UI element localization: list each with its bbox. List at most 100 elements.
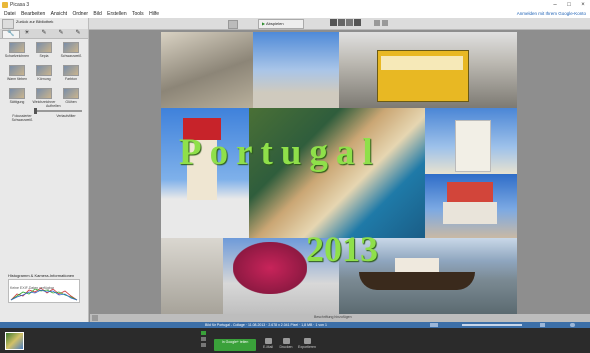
effect-label: Farbton bbox=[64, 77, 78, 81]
stage-roof bbox=[447, 182, 493, 202]
zoom-slider[interactable] bbox=[462, 324, 522, 326]
zoom-out-icon[interactable] bbox=[430, 323, 438, 327]
effect-thumbnail bbox=[63, 88, 79, 99]
collage-title-text: Portugal bbox=[179, 132, 381, 173]
tab-tuning[interactable]: ☀ bbox=[19, 30, 35, 37]
photo-tray bbox=[0, 328, 590, 353]
share-google-plus-button[interactable]: In Google+ teilen bbox=[214, 339, 256, 351]
tab-basic-fixes[interactable]: 🔧 bbox=[2, 30, 20, 38]
menu-ordner[interactable]: Ordner bbox=[72, 10, 88, 18]
grid-view-icon[interactable] bbox=[330, 19, 337, 26]
effect-tile[interactable]: Körnung bbox=[31, 63, 57, 85]
maximize-icon[interactable]: □ bbox=[562, 0, 576, 10]
effect-label: Sättigung bbox=[9, 100, 25, 104]
rotate-left-icon[interactable] bbox=[374, 20, 380, 26]
email-label: E-Mail bbox=[263, 345, 273, 349]
effect-tile[interactable]: Sättigung bbox=[4, 86, 30, 108]
brighten-slider-label: Aufhellen bbox=[46, 104, 61, 108]
add-icon[interactable] bbox=[201, 343, 206, 347]
export-button[interactable]: Exportieren bbox=[296, 338, 318, 349]
signin-link[interactable]: Anmelden mit Ihrem Google-Konto bbox=[517, 10, 586, 18]
compare-view-icon[interactable] bbox=[354, 19, 361, 26]
menu-erstellen[interactable]: Erstellen bbox=[107, 10, 126, 18]
rotate-buttons bbox=[374, 20, 394, 26]
clear-icon[interactable] bbox=[201, 337, 206, 341]
selected-photo-thumbnail[interactable] bbox=[5, 332, 24, 350]
play-label: Abspielen bbox=[265, 21, 284, 26]
menu-hilfe[interactable]: Hilfe bbox=[149, 10, 159, 18]
back-arrow-icon[interactable] bbox=[2, 19, 14, 29]
effect-label: Schwarzweiß bbox=[60, 54, 82, 58]
caption-toggle-icon[interactable] bbox=[92, 315, 98, 321]
tram-street-photo bbox=[339, 32, 517, 108]
tram-windows bbox=[381, 56, 463, 70]
hold-icon[interactable] bbox=[201, 331, 206, 335]
effect-thumbnail bbox=[36, 65, 52, 76]
boat-cabin bbox=[395, 258, 439, 272]
print-label: Drucken bbox=[279, 345, 293, 349]
minimize-icon[interactable]: – bbox=[548, 0, 562, 10]
brighten-slider[interactable] bbox=[34, 108, 82, 114]
play-button[interactable]: ▶ Abspielen bbox=[258, 19, 304, 29]
export-icon[interactable] bbox=[228, 20, 238, 29]
alley-photo bbox=[161, 238, 223, 314]
effect-tile[interactable]: Sepia bbox=[31, 40, 57, 62]
effect-tile[interactable]: Fokussierter Schwarzweiß bbox=[4, 114, 40, 136]
festival-stage-photo bbox=[425, 174, 517, 238]
menu-tools[interactable]: Tools bbox=[132, 10, 144, 18]
share-label: In Google+ teilen bbox=[221, 340, 249, 344]
histogram-graph bbox=[10, 287, 78, 301]
back-to-library-link[interactable]: Zurück zur Bibliothek bbox=[16, 20, 56, 24]
tab-effects-2[interactable]: ✎ bbox=[53, 30, 69, 37]
effect-thumbnail bbox=[63, 65, 79, 76]
effect-thumbnail bbox=[9, 42, 25, 53]
collage-view-icon[interactable] bbox=[338, 19, 345, 26]
close-icon[interactable]: × bbox=[576, 0, 590, 10]
menu-bild[interactable]: Bild bbox=[93, 10, 101, 18]
view-mode-buttons bbox=[330, 19, 368, 27]
effect-tile[interactable]: Warm färben bbox=[4, 63, 30, 85]
effect-label: Verlaufsfilter bbox=[56, 114, 76, 118]
export-tray-icon bbox=[303, 338, 311, 344]
effect-tile[interactable]: Glühen bbox=[58, 86, 84, 108]
email-button[interactable]: E-Mail bbox=[260, 338, 276, 349]
menu-ansicht[interactable]: Ansicht bbox=[51, 10, 67, 18]
statue-photo bbox=[253, 32, 339, 108]
zoom-fit-icon[interactable] bbox=[540, 323, 545, 327]
histogram-panel bbox=[8, 279, 80, 303]
effect-tile[interactable]: Schwarzweiß bbox=[58, 40, 84, 62]
effect-tile[interactable]: Verlaufsfilter bbox=[48, 114, 84, 136]
edit-sidebar: Zurück zur Bibliothek 🔧 ☀ ✎ ✎ ✎ Scharfze… bbox=[0, 18, 89, 322]
histogram-title: Histogramm & Kamera-Informationen bbox=[8, 273, 75, 278]
menu-bearbeiten[interactable]: Bearbeiten bbox=[21, 10, 45, 18]
tab-effects-3[interactable]: ✎ bbox=[70, 30, 86, 37]
single-view-icon[interactable] bbox=[346, 19, 353, 26]
caption-input[interactable]: Beschriftung hinzufügen bbox=[314, 315, 352, 319]
play-icon: ▶ bbox=[262, 21, 266, 26]
effect-label: Warm färben bbox=[6, 77, 28, 81]
photo-viewer: Portugal 2013 bbox=[89, 30, 590, 314]
caption-bar: Beschriftung hinzufügen bbox=[90, 314, 590, 322]
window-title: Picasa 3 bbox=[10, 2, 30, 8]
view-toolbar: ▶ Abspielen bbox=[88, 18, 590, 30]
menu-datei[interactable]: Datei bbox=[4, 10, 16, 18]
tray-controls bbox=[201, 331, 208, 350]
effect-label: Fokussierter Schwarzweiß bbox=[11, 114, 33, 122]
effect-thumbnail bbox=[36, 88, 52, 99]
effect-label: Sepia bbox=[39, 54, 49, 58]
effect-tile[interactable]: Scharfzeichnen bbox=[4, 40, 30, 62]
exif-info: Keine EXIF-Daten verfügbar bbox=[10, 286, 54, 290]
monument-photo bbox=[161, 32, 253, 108]
rotate-right-icon[interactable] bbox=[382, 20, 388, 26]
info-icon[interactable] bbox=[570, 323, 575, 327]
tab-effects-1[interactable]: ✎ bbox=[36, 30, 52, 37]
picasa-app-icon bbox=[2, 2, 8, 8]
effect-label: Körnung bbox=[37, 77, 51, 81]
effect-tile[interactable]: Farbton bbox=[58, 63, 84, 85]
print-button[interactable]: Drucken bbox=[278, 338, 294, 349]
export-label: Exportieren bbox=[298, 345, 316, 349]
effect-label: Glühen bbox=[65, 100, 77, 104]
print-icon bbox=[282, 338, 290, 344]
effect-label: Scharfzeichnen bbox=[4, 54, 30, 58]
pink-flowers bbox=[233, 242, 307, 294]
